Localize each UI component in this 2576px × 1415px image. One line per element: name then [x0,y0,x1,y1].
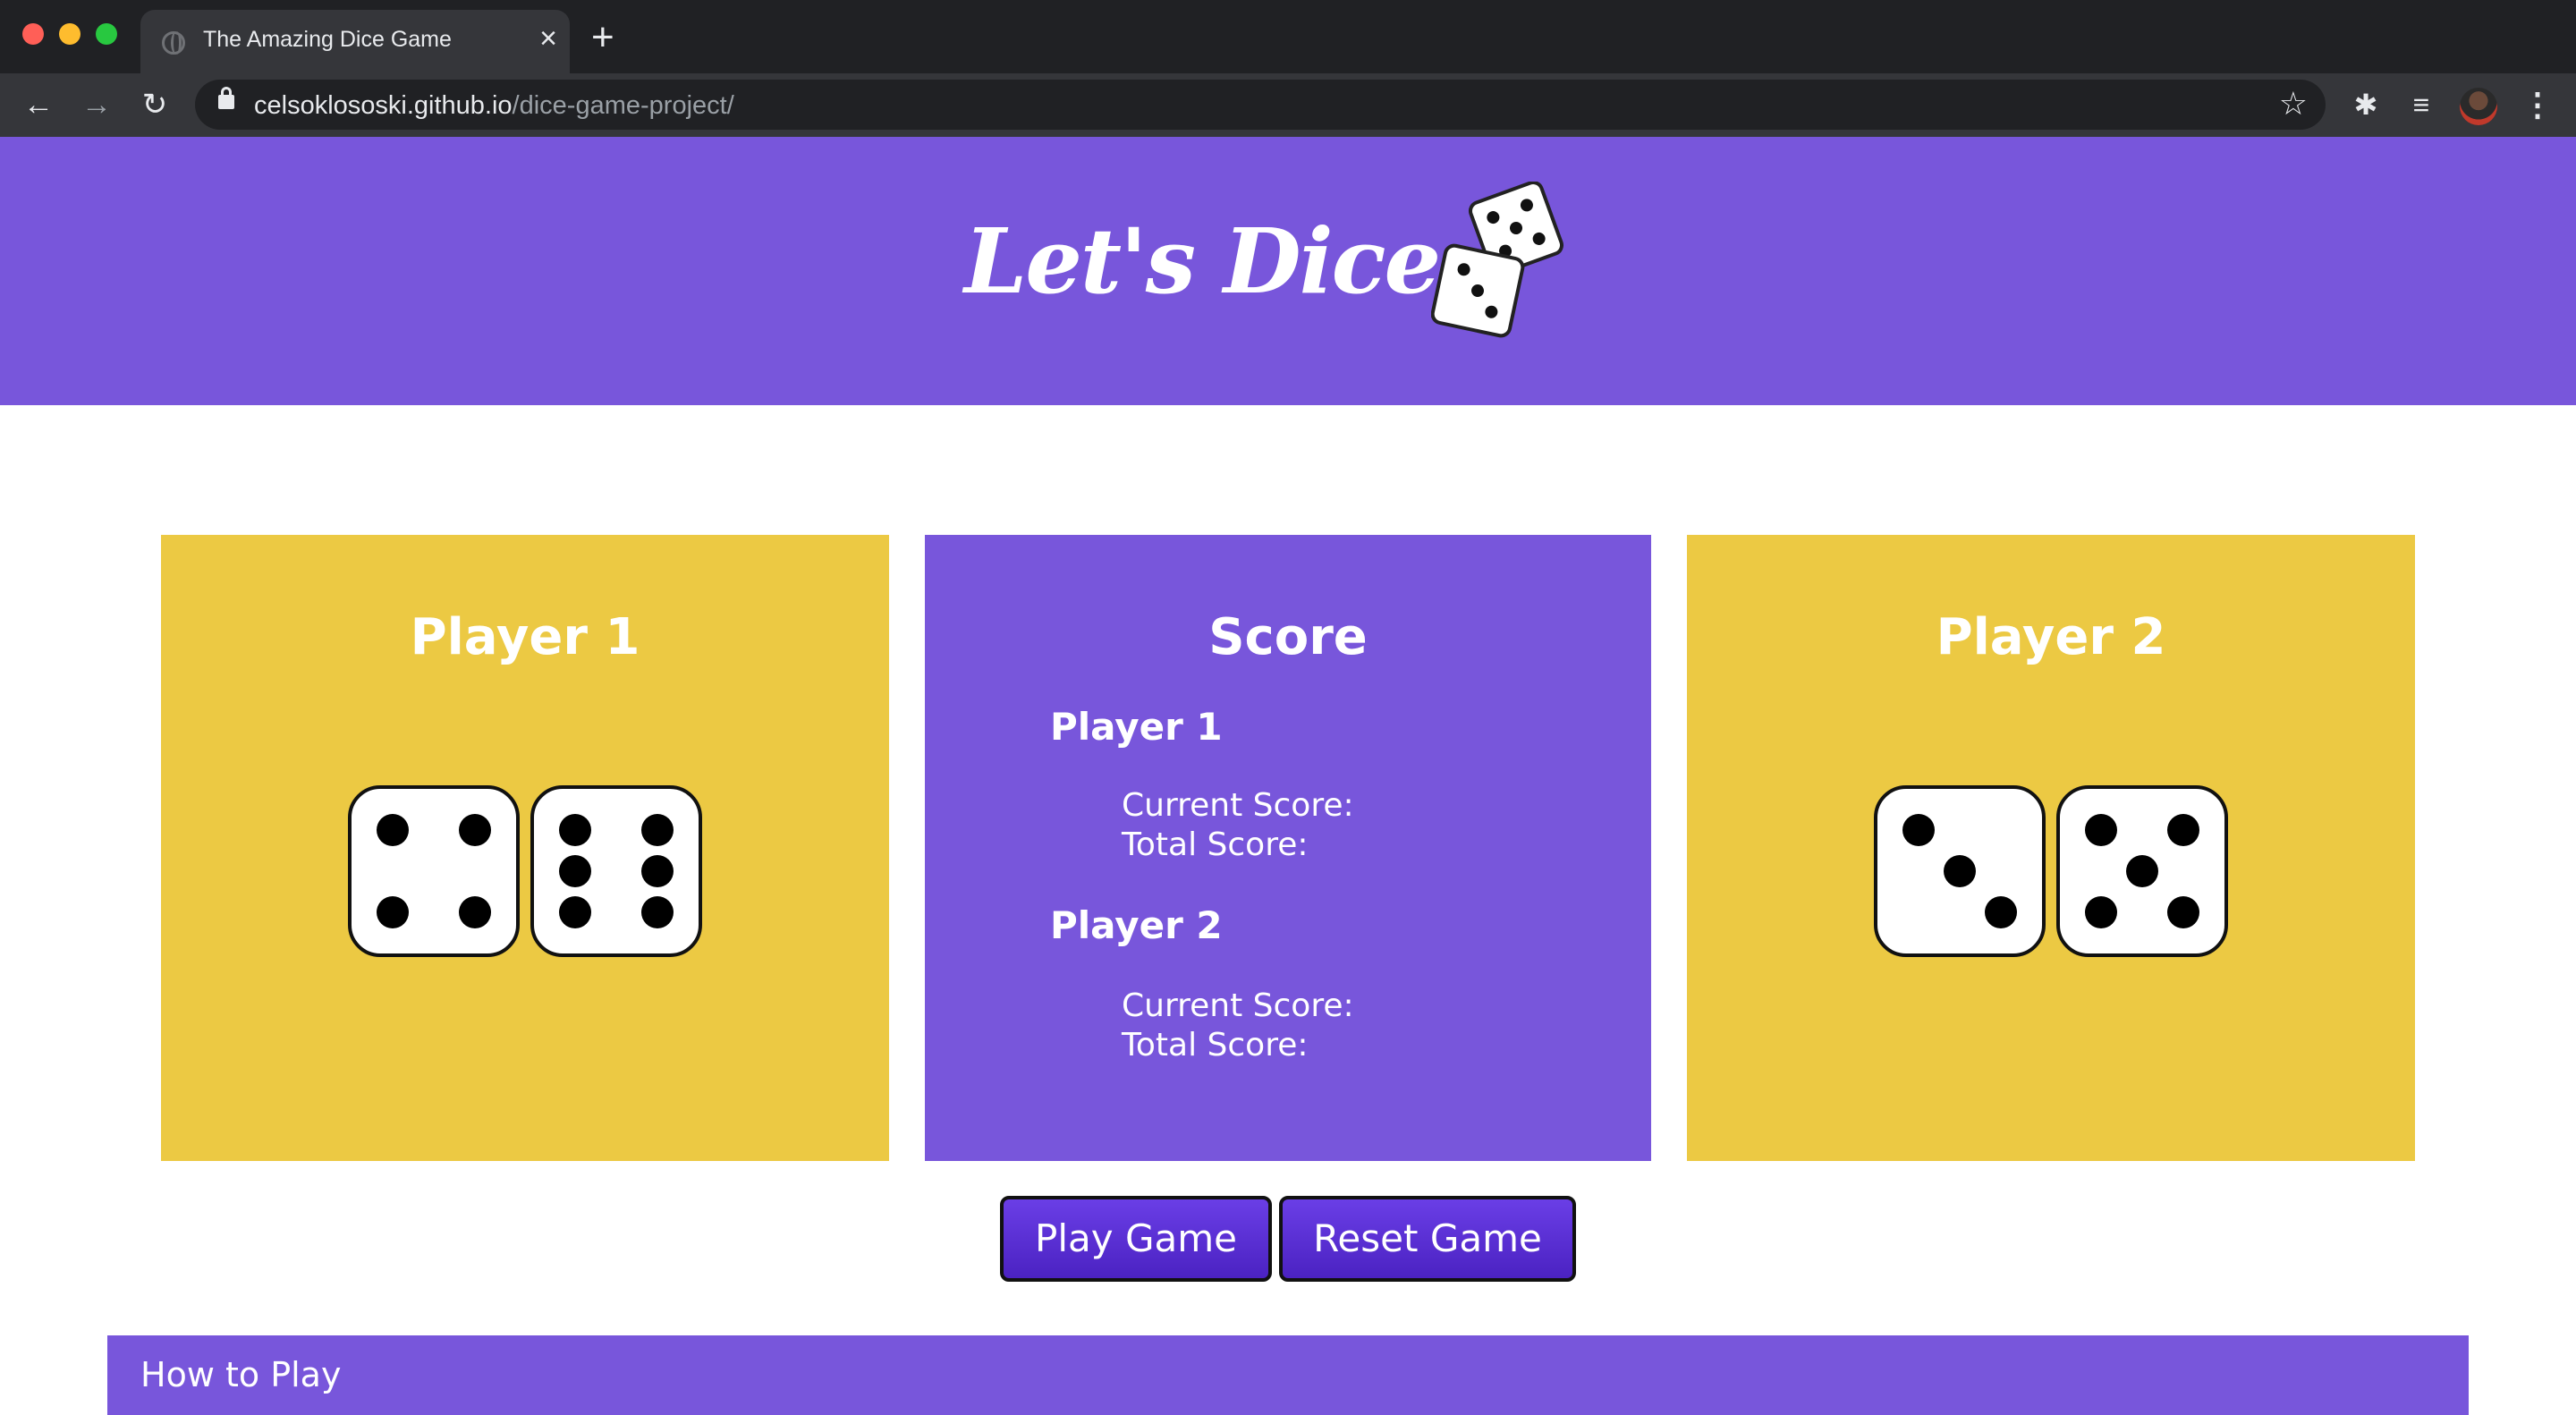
forward-icon[interactable]: → [76,84,117,125]
player1-title: Player 1 [410,608,640,666]
kebab-menu-icon[interactable]: ⋮ [2517,84,2558,125]
die-face-5 [2056,785,2228,957]
minimize-window-button[interactable] [59,23,80,45]
player2-title: Player 2 [1936,608,2166,666]
die-pip [459,896,491,928]
die-face-6 [530,785,702,957]
browser-toolbar: ← → ↻ celsoklososki.github.io/dice-game-… [0,73,2576,137]
media-control-icon[interactable]: ≡ [2401,84,2442,125]
back-icon[interactable]: ← [18,84,59,125]
url-path: /dice-game-project/ [512,91,734,120]
die-pip [377,896,409,928]
tab-title: The Amazing Dice Game [203,27,452,52]
player2-panel: Player 2 [1687,535,2415,1161]
address-bar[interactable]: celsoklososki.github.io/dice-game-projec… [195,80,2326,130]
close-window-button[interactable] [22,23,44,45]
die-pip [1985,896,2017,928]
die-pip [1944,855,1976,887]
score-panel: Score Player 1 Current Score: Total Scor… [925,535,1651,1161]
site-title: Let's Dice ! [964,208,1508,314]
player1-panel: Player 1 [161,535,889,1161]
url-host: celsoklososki.github.io [254,91,513,120]
bookmark-star-icon[interactable]: ☆ [2279,86,2308,122]
new-tab-button[interactable]: + [591,18,614,57]
dice-logo-icon [1431,182,1564,338]
die-pip [559,814,591,846]
reset-game-button[interactable]: Reset Game [1279,1196,1576,1282]
die-pip [641,814,674,846]
die-pip [559,896,591,928]
play-game-button[interactable]: Play Game [1000,1196,1272,1282]
die-pip [1902,814,1935,846]
player1-current-score: Current Score: [1122,787,1354,824]
score-player1-heading: Player 1 [1050,705,1223,749]
how-to-play-section[interactable]: How to Play [107,1335,2469,1415]
die-pip [641,896,674,928]
site-header: Let's Dice ! [0,137,2576,405]
score-player2-heading: Player 2 [1050,903,1223,947]
extensions-puzzle-icon[interactable]: ✱ [2345,84,2386,125]
die-pip [641,855,674,887]
lock-icon [218,87,234,109]
player1-dice [161,785,889,957]
player2-dice [1687,785,2415,957]
maximize-window-button[interactable] [96,23,117,45]
player2-total-score: Total Score: [1122,1027,1309,1063]
browser-chrome: The Amazing Dice Game × + ← → ↻ celsoklo… [0,0,2576,137]
reload-icon[interactable]: ↻ [134,84,175,125]
die-pip [2167,814,2199,846]
globe-icon [162,31,185,55]
score-title: Score [1208,608,1368,666]
die-pip [2085,814,2117,846]
die-pip [2167,896,2199,928]
player1-total-score: Total Score: [1122,826,1309,863]
how-to-play-label: How to Play [140,1355,342,1394]
profile-avatar[interactable] [2460,88,2497,125]
die-pip [559,855,591,887]
die-face-3 [1874,785,2046,957]
player2-current-score: Current Score: [1122,987,1354,1024]
page-content: Let's Dice ! Player 1 Score Player 1 Cur… [0,137,2576,1415]
die-pip [2085,896,2117,928]
die-pip [2126,855,2158,887]
die-pip [377,814,409,846]
die-face-4 [348,785,520,957]
close-tab-icon[interactable]: × [539,23,557,54]
url-text: celsoklososki.github.io/dice-game-projec… [254,91,734,121]
browser-tab[interactable]: The Amazing Dice Game × [140,10,570,73]
die-pip [459,814,491,846]
